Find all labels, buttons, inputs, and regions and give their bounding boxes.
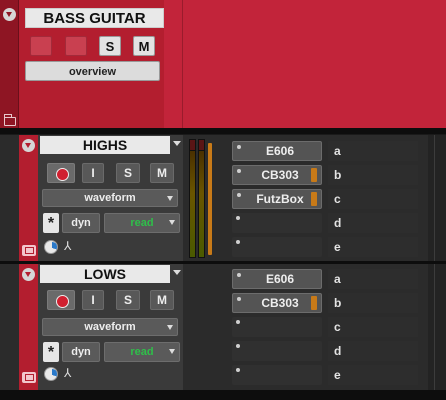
insert-label: FutzBox [256,192,304,206]
send-slot[interactable]: e [328,237,418,257]
insert-label: E606 [265,144,295,158]
bypass-dot-icon[interactable] [237,193,241,197]
record-arm-icon[interactable] [47,163,75,183]
bypass-dot-icon [236,368,240,372]
track-color-strip [19,135,38,261]
input-monitor-button[interactable]: I [82,163,104,183]
insert-slot[interactable] [232,317,322,337]
bypass-dot-icon [236,240,240,244]
record-arm-icon[interactable] [47,290,75,310]
folder-view-selector[interactable]: overview [25,61,160,81]
solo-button[interactable]: S [116,290,140,310]
send-slot[interactable]: c [328,189,418,209]
insert-slot[interactable]: E606 [232,269,322,289]
track-name[interactable]: LOWS [40,265,170,283]
folder-track-color-strip [0,0,19,134]
folder-track-name[interactable]: BASS GUITAR [25,8,164,28]
track-divider [0,390,446,400]
plugin-status-indicator [311,296,317,310]
chevron-down-icon [169,220,175,225]
insert-slot[interactable] [232,237,322,257]
edit-window-edge [428,264,446,390]
track-name-menu-icon[interactable] [173,270,181,275]
input-monitor-button[interactable]: I [82,290,104,310]
send-slot[interactable]: b [328,165,418,185]
plugin-status-indicator [311,192,317,206]
track-divider [0,128,446,134]
track-name-menu-icon[interactable] [173,141,181,146]
pan-dial-icon[interactable] [44,367,58,381]
bypass-dot-icon[interactable] [237,297,241,301]
insert-label: CB303 [261,296,299,310]
send-slot[interactable]: d [328,341,418,361]
send-slot[interactable]: a [328,269,418,289]
send-slot[interactable]: c [328,317,418,337]
folder-mute-button[interactable]: M [133,36,155,56]
chevron-down-icon [167,325,173,330]
folder-edit-area[interactable] [164,0,446,134]
chevron-down-icon[interactable] [22,268,35,281]
folder-input-monitor-button[interactable] [65,36,87,56]
voice-icon[interactable]: ⅄ [64,366,71,380]
voice-icon[interactable]: ⅄ [64,239,71,253]
track-name[interactable]: HIGHS [40,136,170,154]
chevron-down-icon [167,196,173,201]
track-view-selector[interactable]: waveform [42,189,178,207]
folder-track: BASS GUITAR S M overview [0,0,446,134]
insert-slot[interactable]: E606 [232,141,322,161]
playlist-icon[interactable] [22,245,36,256]
automation-type-selector[interactable]: dyn [62,213,100,233]
insert-label: CB303 [261,168,299,182]
automation-type-selector[interactable]: dyn [62,342,100,362]
track-view-label: waveform [84,321,136,333]
track-view-label: waveform [84,192,136,204]
volume-indicator [208,143,212,255]
level-meter-right [198,150,205,258]
audio-track: LOWS I S M waveform * dyn read ⅄ E606 CB… [0,264,446,390]
insert-slot[interactable] [232,213,322,233]
pan-dial-icon[interactable] [44,240,58,254]
send-slot[interactable]: d [328,213,418,233]
insert-slot[interactable] [232,341,322,361]
automation-mode-label: read [130,217,154,229]
chevron-down-icon[interactable] [22,139,35,152]
asterisk-icon[interactable]: * [43,342,59,362]
automation-mode-label: read [130,346,154,358]
playlist-icon[interactable] [22,372,36,383]
audio-track: HIGHS I S M waveform * dyn read ⅄ E606 C… [0,135,446,261]
chevron-down-icon[interactable] [3,8,16,21]
automation-mode-selector[interactable]: read [104,213,180,233]
insert-slot[interactable]: CB303 [232,165,322,185]
folder-solo-button[interactable]: S [99,36,121,56]
folder-input-button[interactable] [30,36,52,56]
bypass-dot-icon [236,320,240,324]
track-view-selector[interactable]: waveform [42,318,178,336]
insert-label: E606 [265,272,295,286]
edit-window-edge [428,135,446,261]
bypass-dot-icon [236,216,240,220]
send-slot[interactable]: a [328,141,418,161]
level-meter-left [189,150,196,258]
bypass-dot-icon[interactable] [237,273,241,277]
bypass-dot-icon [236,344,240,348]
insert-slot[interactable] [232,365,322,385]
chevron-down-icon [169,349,175,354]
bypass-dot-icon[interactable] [237,169,241,173]
send-slot[interactable]: b [328,293,418,313]
folder-icon[interactable] [3,114,16,126]
automation-mode-selector[interactable]: read [104,342,180,362]
plugin-status-indicator [311,168,317,182]
bypass-dot-icon[interactable] [237,145,241,149]
insert-slot[interactable]: FutzBox [232,189,322,209]
asterisk-icon[interactable]: * [43,213,59,233]
send-slot[interactable]: e [328,365,418,385]
insert-slot[interactable]: CB303 [232,293,322,313]
solo-button[interactable]: S [116,163,140,183]
mute-button[interactable]: M [150,290,174,310]
mute-button[interactable]: M [150,163,174,183]
